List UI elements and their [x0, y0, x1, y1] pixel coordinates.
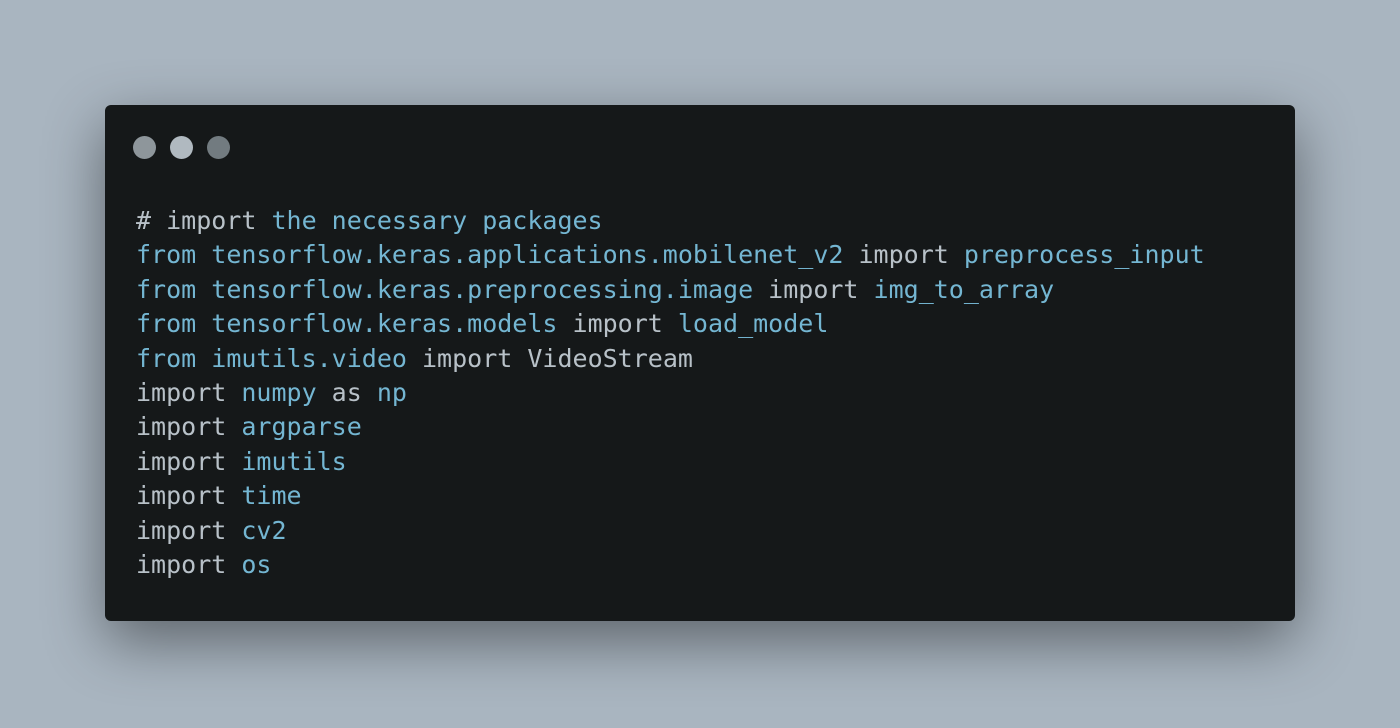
code-token: from	[136, 343, 197, 373]
code-token: imutils.video	[196, 343, 422, 373]
code-line: import numpy as np	[136, 376, 1205, 410]
code-token: from	[136, 309, 197, 339]
code-token: numpy	[226, 377, 332, 407]
code-token: time	[226, 481, 302, 511]
code-line: # import the necessary packages	[136, 204, 1205, 238]
code-token: cv2	[226, 515, 287, 545]
code-token: tensorflow.keras.models	[196, 309, 573, 339]
code-token: import	[858, 240, 949, 270]
code-line: from tensorflow.keras.models import load…	[136, 307, 1205, 341]
code-line: import imutils	[136, 445, 1205, 479]
code-line: from tensorflow.keras.applications.mobil…	[136, 238, 1205, 272]
background: { "window_controls": [ {"name": "close-d…	[0, 0, 1400, 728]
code-token: load_model	[662, 309, 829, 339]
code-token: # import	[136, 206, 257, 235]
maximize-dot-icon[interactable]	[207, 136, 230, 159]
code-token: argparse	[226, 412, 362, 442]
code-token: as	[331, 377, 362, 407]
code-token: import	[136, 377, 227, 407]
code-token: from	[136, 240, 197, 270]
code-token: tensorflow.keras.preprocessing.image	[196, 274, 769, 304]
code-token: import	[768, 274, 859, 304]
code-token: tensorflow.keras.applications.mobilenet_…	[196, 240, 859, 270]
code-token: the necessary packages	[256, 206, 603, 235]
code-token: import	[572, 309, 663, 339]
code-line: import time	[136, 479, 1205, 513]
code-token: imutils	[226, 446, 347, 476]
code-token: import	[136, 549, 227, 579]
code-line: import os	[136, 548, 1205, 582]
code-token: import	[136, 446, 227, 476]
code-token: import	[136, 412, 227, 442]
code-token: np	[361, 377, 407, 407]
minimize-dot-icon[interactable]	[170, 136, 193, 159]
code-token: img_to_array	[858, 274, 1055, 304]
close-dot-icon[interactable]	[133, 136, 156, 159]
code-token: VideoStream	[512, 343, 693, 373]
code-block: # import the necessary packages from tens…	[136, 204, 1205, 582]
window-controls	[133, 136, 230, 159]
code-token: from	[136, 274, 197, 304]
code-token: import	[422, 343, 513, 373]
code-line: from tensorflow.keras.preprocessing.imag…	[136, 273, 1205, 307]
code-token: preprocess_input	[948, 240, 1205, 270]
code-line: from imutils.video import VideoStream	[136, 342, 1205, 376]
code-window: # import the necessary packages from tens…	[105, 105, 1295, 621]
code-line: import cv2	[136, 514, 1205, 548]
code-token: import	[136, 515, 227, 545]
code-line: import argparse	[136, 410, 1205, 444]
code-token: os	[226, 549, 272, 579]
code-token: import	[136, 481, 227, 511]
